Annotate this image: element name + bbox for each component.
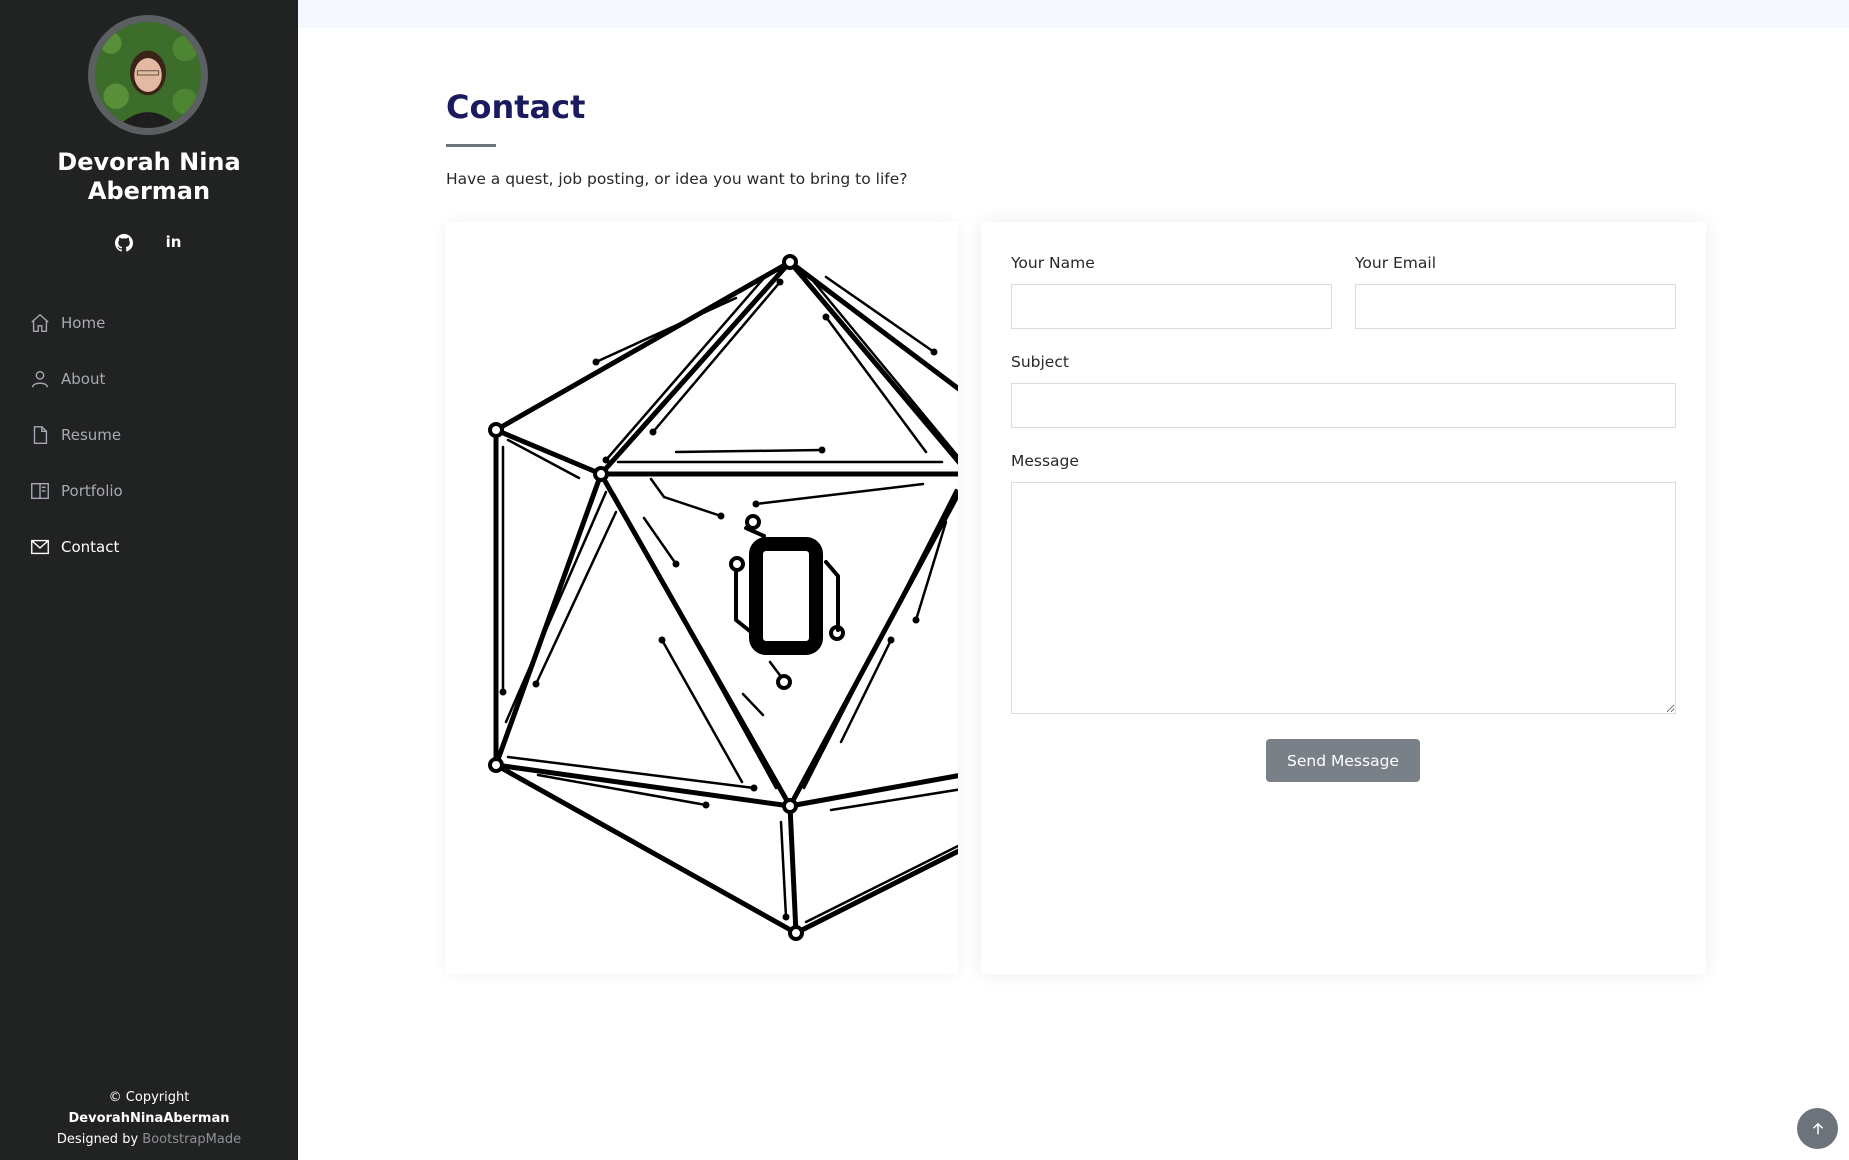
nav-item-label: About <box>61 370 106 388</box>
nav-item-label: Resume <box>61 426 122 444</box>
page-title: Contact <box>446 88 586 126</box>
name-input[interactable] <box>1011 284 1332 329</box>
profile-name: Devorah Nina Aberman <box>57 148 241 205</box>
social-links: in <box>0 228 298 256</box>
send-message-button[interactable]: Send Message <box>1266 739 1420 782</box>
nav-item-label: Portfolio <box>61 482 123 500</box>
file-icon <box>33 426 48 444</box>
email-input[interactable] <box>1355 284 1676 329</box>
message-textarea[interactable] <box>1011 482 1676 714</box>
nav-item-portfolio[interactable]: Portfolio <box>0 463 298 519</box>
linkedin-icon: in <box>165 233 182 251</box>
nav-menu: Home About Resume Portfolio Contact <box>0 295 298 575</box>
github-link[interactable] <box>110 228 138 256</box>
credits: Designed by BootstrapMade <box>0 1129 298 1150</box>
credits-prefix: Designed by <box>56 1132 139 1147</box>
d20-circuit-illustration <box>488 254 958 941</box>
profile-photo <box>95 22 201 128</box>
linkedin-link[interactable]: in <box>160 228 188 256</box>
portfolio-icon <box>31 482 49 500</box>
home-icon <box>31 313 49 332</box>
avatar <box>88 15 208 135</box>
credits-link[interactable]: BootstrapMade <box>142 1132 241 1147</box>
nav-item-about[interactable]: About <box>0 351 298 407</box>
email-label: Your Email <box>1355 254 1437 272</box>
copyright-text: © Copyright <box>108 1090 190 1105</box>
sidebar: Devorah Nina Aberman in Home About Resum… <box>0 0 298 1160</box>
name-label: Your Name <box>1011 254 1095 272</box>
envelope-icon <box>31 539 49 555</box>
section-description: Have a quest, job posting, or idea you w… <box>446 170 908 188</box>
arrow-up-icon <box>1812 1122 1823 1134</box>
title-underline <box>446 144 496 147</box>
top-strip <box>298 0 1849 28</box>
copyright-owner: DevorahNinaAberman <box>68 1111 230 1126</box>
nav-item-label: Home <box>61 314 106 332</box>
back-to-top-button[interactable] <box>1797 1108 1838 1149</box>
nav-item-home[interactable]: Home <box>0 295 298 351</box>
github-icon <box>115 233 134 252</box>
contact-illustration <box>446 222 958 974</box>
message-label: Message <box>1011 452 1079 470</box>
subject-input[interactable] <box>1011 383 1676 428</box>
subject-label: Subject <box>1011 353 1069 371</box>
footer: © Copyright DevorahNinaAberman Designed … <box>0 1087 298 1150</box>
nav-item-label: Contact <box>61 538 120 556</box>
nav-item-contact[interactable]: Contact <box>0 519 298 575</box>
contact-form: Your Name Your Email Subject Message Sen… <box>981 222 1706 974</box>
nav-item-resume[interactable]: Resume <box>0 407 298 463</box>
person-icon <box>31 370 49 388</box>
